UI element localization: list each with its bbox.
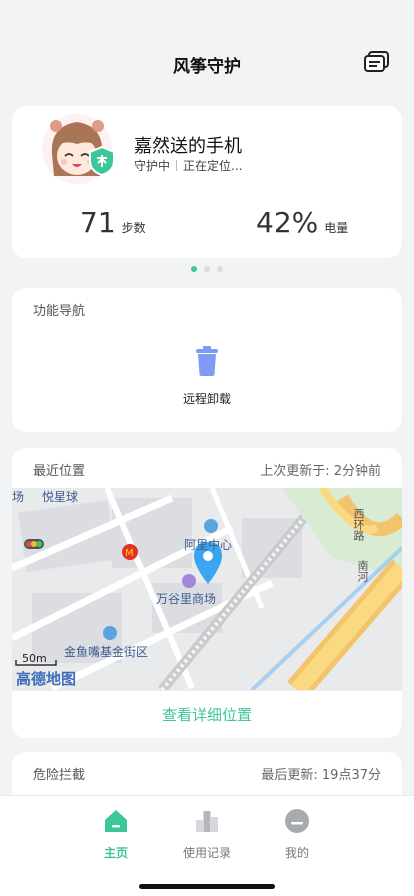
header: 风筝守护 [0, 0, 414, 100]
map-poi-label: 阿里中心 [184, 538, 233, 552]
recent-location-card: 最近位置 上次更新于: 2分钟前 M 场 悦星球 阿里中心 万谷里商场 金鱼嘴基… [12, 448, 402, 738]
shield-icon [89, 146, 115, 176]
map-road-label: 南河 [356, 560, 369, 582]
tab-label: 使用记录 [182, 846, 231, 860]
map-scale-label: 50m [22, 652, 47, 665]
map-road-label: 西环路 [352, 508, 365, 541]
battery-unit: 电量 [324, 221, 349, 235]
tab-label: 我的 [284, 846, 309, 860]
view-detailed-location-button[interactable]: 查看详细位置 [12, 690, 402, 738]
battery-stat: 42% 电量 [256, 206, 348, 239]
steps-unit: 步数 [121, 221, 146, 235]
device-card[interactable]: 嘉然送的手机 守护中 正在定位... 71 步数 42% 电量 [12, 106, 402, 258]
map-poi-label: 金鱼嘴基金街区 [64, 645, 149, 659]
page-dot[interactable] [204, 266, 210, 272]
tab-home[interactable]: 主页 [71, 808, 161, 861]
home-icon [105, 810, 127, 832]
section-title: 危险拦截 [33, 768, 86, 783]
location-status: 正在定位... [183, 159, 243, 173]
remote-uninstall-button[interactable]: 远程卸载 [12, 346, 402, 406]
danger-updated: 最后更新: 19点37分 [261, 768, 381, 783]
map-poi-label: 悦星球 [42, 490, 79, 504]
feature-nav-card: 功能导航 远程卸载 [12, 288, 402, 432]
tab-usage-records[interactable]: 使用记录 [162, 808, 252, 861]
map-brand-logo: 高德地图 [16, 670, 77, 688]
battery-value: 42% [256, 206, 319, 239]
guard-status-label: 守护中 [134, 159, 171, 173]
page-dot[interactable] [217, 266, 223, 272]
bottom-tab-bar: 主页 使用记录 我的 [0, 795, 414, 896]
page-dot[interactable] [191, 266, 197, 272]
steps-stat: 71 步数 [80, 206, 146, 239]
home-indicator [139, 884, 275, 889]
usage-chart-icon [196, 811, 218, 832]
tab-mine[interactable]: 我的 [252, 808, 342, 861]
location-updated: 上次更新于: 2分钟前 [260, 464, 381, 479]
steps-value: 71 [80, 206, 116, 239]
profile-icon [285, 809, 309, 833]
guard-status: 守护中 正在定位... [134, 157, 242, 174]
map-poi-label: 万谷里商场 [156, 592, 217, 606]
map-poi-label: 场 [12, 490, 25, 504]
carousel-indicator [0, 266, 414, 272]
divider [176, 160, 178, 171]
section-title: 最近位置 [33, 464, 86, 479]
page-title: 风筝守护 [173, 57, 241, 77]
device-name: 嘉然送的手机 [134, 136, 242, 157]
messages-icon[interactable] [364, 51, 390, 73]
feature-label: 远程卸载 [182, 392, 231, 406]
trash-icon [196, 346, 218, 376]
map-view[interactable]: M 场 悦星球 阿里中心 万谷里商场 金鱼嘴基金街区 西环路 南河 50m 高德… [12, 488, 402, 690]
tab-label: 主页 [103, 846, 128, 860]
svg-text:M: M [125, 548, 134, 559]
section-title: 功能导航 [33, 304, 86, 319]
